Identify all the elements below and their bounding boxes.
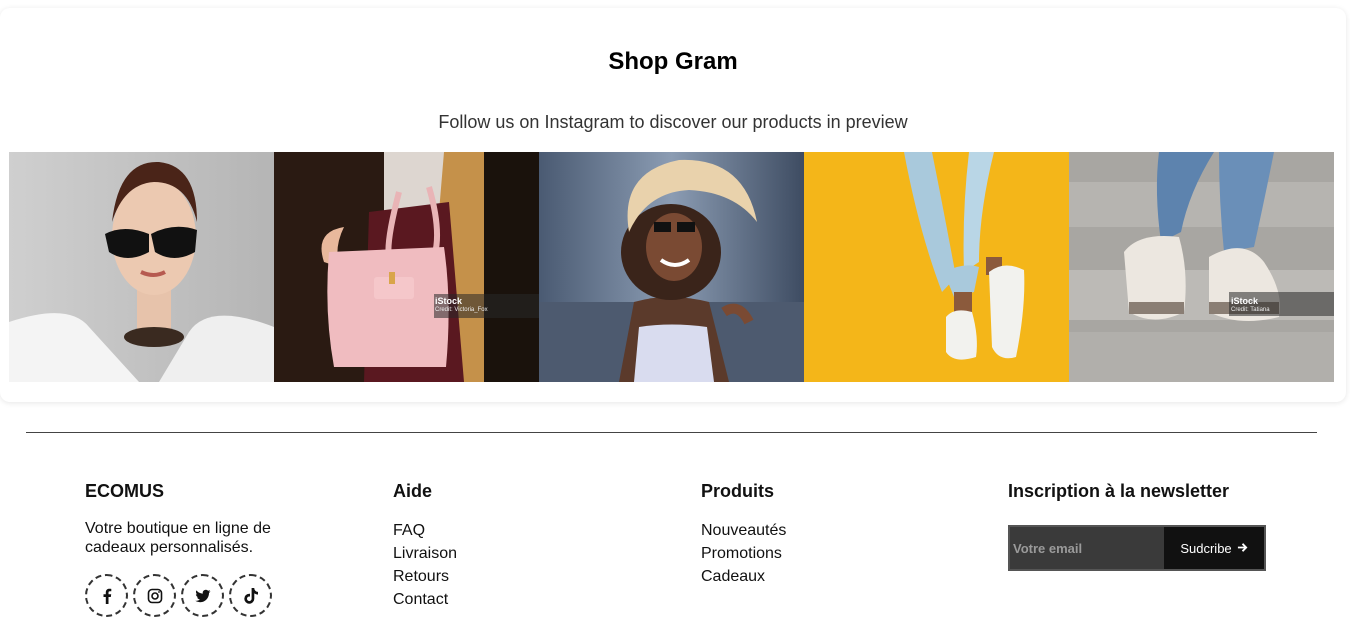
social-links: [85, 574, 285, 617]
tile-image: [804, 152, 1069, 382]
footer-link-cadeaux[interactable]: Cadeaux: [701, 565, 786, 588]
footer-link-contact[interactable]: Contact: [393, 588, 457, 611]
brand-title: ECOMUS: [85, 481, 165, 501]
footer-link-nouveautes[interactable]: Nouveautés: [701, 519, 786, 542]
twitter-icon[interactable]: [181, 574, 224, 617]
instagram-tile-sunglasses[interactable]: [9, 152, 274, 382]
produits-links: Nouveautés Promotions Cadeaux: [701, 519, 786, 588]
aide-title: Aide: [393, 481, 433, 501]
tile-image: [274, 152, 539, 382]
shop-gram-section: Shop Gram Follow us on Instagram to disc…: [0, 8, 1346, 402]
section-subtitle: Follow us on Instagram to discover our p…: [438, 112, 908, 132]
istock-credit: Credit: Tatiana: [1231, 307, 1270, 313]
tiktok-icon[interactable]: [229, 574, 272, 617]
footer-aide-column: Aide FAQ Livraison Retours Contact: [393, 481, 457, 611]
footer-brand-column: ECOMUS Votre boutique en ligne de cadeau…: [85, 481, 285, 617]
tile-image: [1069, 152, 1334, 382]
tile-image: [539, 152, 804, 382]
instagram-tile-sunhat[interactable]: [539, 152, 804, 382]
footer-newsletter-column: Inscription à la newsletter Sudcribe: [1008, 481, 1266, 571]
footer-link-retours[interactable]: Retours: [393, 565, 457, 588]
instagram-tile-sneakers-stairs[interactable]: iStock Credit: Tatiana: [1069, 152, 1334, 382]
footer-link-faq[interactable]: FAQ: [393, 519, 457, 542]
istock-credit: Credit: Victoria_Fox: [435, 307, 488, 313]
section-title: Shop Gram: [608, 48, 738, 75]
footer-produits-column: Produits Nouveautés Promotions Cadeaux: [701, 481, 786, 588]
newsletter-title: Inscription à la newsletter: [1008, 481, 1230, 501]
newsletter-form: Sudcribe: [1008, 525, 1266, 571]
footer-link-livraison[interactable]: Livraison: [393, 542, 457, 565]
istock-watermark: iStock: [435, 296, 463, 306]
footer-divider: [26, 432, 1317, 433]
istock-watermark: iStock: [1231, 296, 1259, 306]
facebook-icon[interactable]: [85, 574, 128, 617]
tile-image: [9, 152, 274, 382]
arrow-right-icon: [1237, 541, 1248, 556]
brand-description: Votre boutique en ligne de cadeaux perso…: [85, 520, 271, 556]
instagram-tile-handbag[interactable]: iStock Credit: Victoria_Fox: [274, 152, 539, 382]
footer-link-promotions[interactable]: Promotions: [701, 542, 786, 565]
subscribe-button-label: Sudcribe: [1180, 540, 1232, 556]
instagram-grid: iStock Credit: Victoria_Fox iStock Credi…: [9, 152, 1334, 382]
aide-links: FAQ Livraison Retours Contact: [393, 519, 457, 611]
subscribe-button[interactable]: Sudcribe: [1164, 527, 1264, 569]
instagram-tile-sneakers-yellow[interactable]: [804, 152, 1069, 382]
produits-title: Produits: [701, 481, 775, 501]
instagram-icon[interactable]: [133, 574, 176, 617]
email-input[interactable]: [1010, 527, 1164, 569]
